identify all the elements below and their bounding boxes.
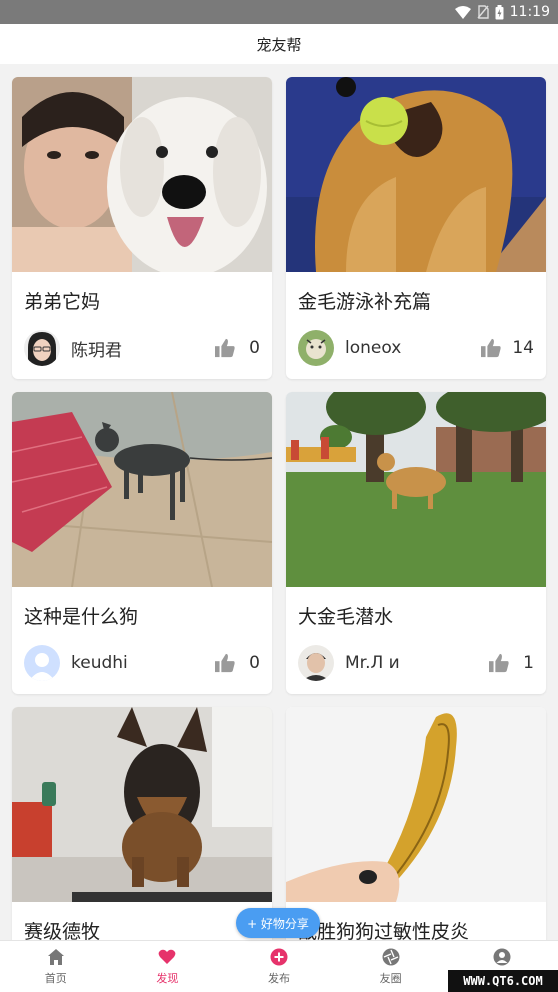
avatar[interactable] (24, 645, 60, 681)
share-good-things-button[interactable]: + 好物分享 (236, 908, 320, 938)
post-image[interactable] (12, 707, 272, 902)
post-title: 大金毛潜水 (298, 606, 394, 628)
author-name[interactable]: keudhi (71, 653, 214, 673)
nav-label: 友圈 (379, 971, 402, 985)
no-sim-icon (477, 5, 489, 19)
avatar[interactable] (298, 330, 334, 366)
thumbs-up-icon[interactable] (214, 338, 236, 358)
post-author-row: 陈玥君 0 (24, 330, 260, 366)
discover-feed[interactable]: 弟弟它妈 陈玥君 0 金毛游泳补充篇 loneox 14 这种是什么狗 keud… (0, 64, 558, 940)
battery-icon (495, 4, 504, 19)
like-count: 0 (249, 338, 260, 358)
post-image[interactable] (286, 77, 546, 272)
wifi-icon (454, 5, 471, 19)
post-image[interactable] (286, 707, 546, 902)
post-title: 金毛游泳补充篇 (298, 291, 432, 313)
status-bar: 11:19 (0, 0, 558, 24)
nav-label: 首页 (44, 971, 67, 985)
nav-item-publish[interactable]: 发布 (223, 941, 335, 992)
home-icon (47, 948, 64, 965)
nav-item-discover[interactable]: 发现 (112, 941, 224, 992)
thumbs-up-icon[interactable] (488, 653, 510, 673)
post-image[interactable] (286, 392, 546, 587)
author-name[interactable]: 陈玥君 (71, 336, 214, 361)
page-title: 宠友帮 (256, 35, 302, 54)
app-header: 宠友帮 (0, 24, 558, 64)
like-count: 14 (512, 338, 534, 358)
post-author-row: keudhi 0 (24, 645, 260, 681)
post-title: 赛级德牧 (24, 921, 101, 940)
nav-label: 发现 (156, 971, 179, 985)
thumbs-up-icon[interactable] (480, 338, 502, 358)
thumbs-up-icon[interactable] (214, 653, 236, 673)
like-count: 1 (523, 653, 534, 673)
like-count: 0 (249, 653, 260, 673)
post-card[interactable]: 战胜狗狗过敏性皮炎 (286, 707, 546, 940)
author-name[interactable]: Mr.Л и (345, 653, 488, 673)
heart-icon (159, 949, 176, 964)
status-icons: 11:19 (454, 2, 550, 22)
site-watermark: WWW.QT6.COM (448, 970, 558, 992)
post-image[interactable] (12, 392, 272, 587)
avatar[interactable] (24, 330, 60, 366)
post-card[interactable]: 赛级德牧 (12, 707, 272, 940)
post-card[interactable]: 这种是什么狗 keudhi 0 (12, 392, 272, 694)
post-title: 弟弟它妈 (24, 291, 101, 313)
post-author-row: Mr.Л и 1 (298, 645, 534, 681)
post-card[interactable]: 金毛游泳补充篇 loneox 14 (286, 77, 546, 379)
post-title: 战胜狗狗过敏性皮炎 (298, 921, 470, 940)
nav-label: 发布 (267, 971, 290, 985)
aperture-icon (382, 948, 400, 965)
post-image[interactable] (12, 77, 272, 272)
post-card[interactable]: 大金毛潜水 Mr.Л и 1 (286, 392, 546, 694)
author-name[interactable]: loneox (345, 338, 480, 358)
status-time: 11:19 (509, 4, 550, 20)
plus-circle-icon (270, 948, 288, 965)
post-card[interactable]: 弟弟它妈 陈玥君 0 (12, 77, 272, 379)
post-title: 这种是什么狗 (24, 606, 139, 628)
nav-item-circle[interactable]: 友圈 (335, 941, 447, 992)
post-author-row: loneox 14 (298, 330, 534, 366)
user-icon (493, 948, 511, 965)
nav-item-home[interactable]: 首页 (0, 941, 112, 992)
avatar[interactable] (298, 645, 334, 681)
